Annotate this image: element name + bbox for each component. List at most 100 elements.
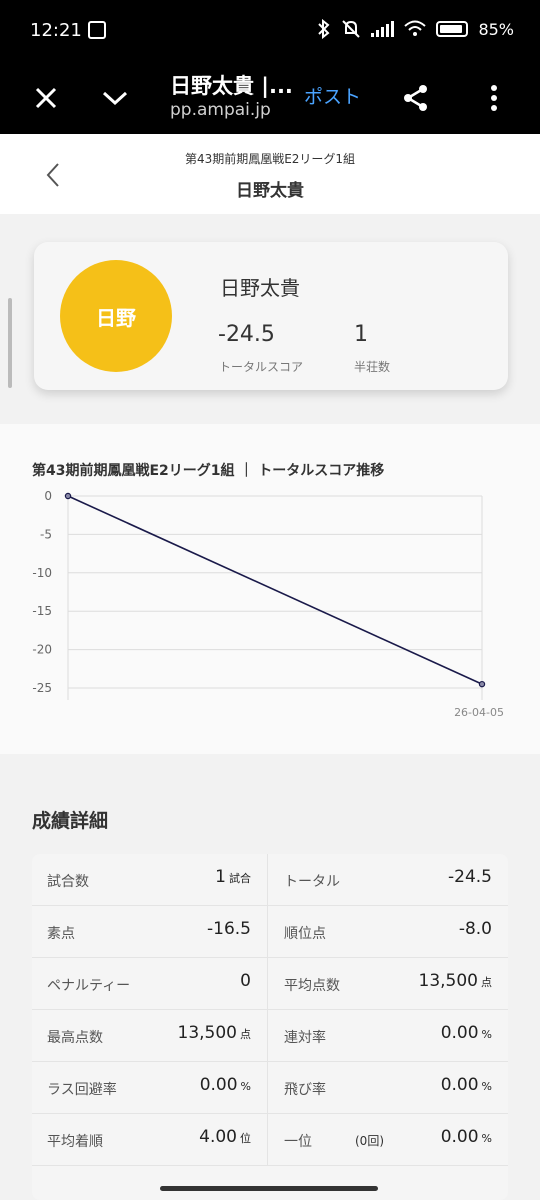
stat-label: 連対率 [284, 1030, 326, 1046]
status-bar: 12:21 85% [0, 0, 540, 62]
stat-number: 0 [240, 971, 251, 991]
stats-cell: 素点 -16.5 [32, 906, 268, 958]
stats-row: 素点 -16.5 順位点 -8.0 [32, 906, 508, 958]
stat-unit: 位 [240, 1132, 251, 1145]
x-tick-label: 26-04-05 [454, 706, 504, 719]
player-profile-card: 日野 日野太貴 -24.5 トータルスコア 1 半荘数 [34, 242, 508, 390]
stat-number: -24.5 [448, 867, 492, 887]
stat-value: 13,500 点 [419, 971, 492, 991]
stat-label: ラス回避率 [47, 1082, 117, 1098]
stat-number: -16.5 [207, 919, 251, 939]
stat-value: -24.5 [448, 867, 492, 887]
stat-extra: (0回) [355, 1134, 384, 1148]
stats-cell: 平均点数 13,500 点 [269, 958, 508, 1010]
series-line [67, 495, 483, 685]
page-header: 第43期前期鳳凰戦E2リーグ1組 日野太貴 [0, 134, 540, 214]
stat-value: 4.00 位 [199, 1127, 251, 1147]
stat-label: 素点 [47, 926, 75, 942]
stats-cell: 順位点 -8.0 [269, 906, 508, 958]
status-time: 12:21 [30, 20, 82, 41]
y-tick-label: -20 [32, 643, 52, 657]
stats-cell: 試合数 1 試合 [32, 854, 268, 906]
stat-unit: % [481, 1028, 492, 1041]
stat-value: -8.0 [459, 919, 492, 939]
stat-value: 0.00% [441, 1075, 492, 1095]
stat-unit: % [481, 1080, 492, 1093]
stat-number: 0.00 [199, 1075, 238, 1095]
league-subtitle: 第43期前期鳳凰戦E2リーグ1組 [184, 152, 356, 166]
data-point [64, 492, 72, 500]
avatar: 日野 [60, 260, 172, 372]
score-trend-chart-card: 第43期前期鳳凰戦E2リーグ1組 ｜ トータルスコア推移 0 -5 -10 -15 -2… [0, 424, 540, 754]
bluetooth-icon [318, 19, 330, 39]
stat-value: 0.00% [441, 1023, 492, 1043]
stat-unit: 点 [481, 976, 492, 989]
stat-unit: 試合 [229, 872, 251, 885]
stats-cell: 一位 (0回) 0.00% [269, 1114, 508, 1166]
stats-cell: 連対率 0.00% [269, 1010, 508, 1062]
share-icon[interactable] [396, 78, 436, 118]
y-tick-label: -15 [32, 604, 52, 618]
stats-cell: 最高点数 13,500 点 [32, 1010, 268, 1062]
y-tick-label: -25 [32, 681, 52, 695]
page-url[interactable]: pp.ampai.jp [170, 100, 271, 120]
post-button[interactable]: ポスト [304, 82, 361, 109]
stats-cell: ペナルティー 0 [32, 958, 268, 1010]
stat-number: 0.00 [440, 1127, 479, 1147]
games-count-value: 1 [354, 322, 368, 347]
chevron-down-icon[interactable] [95, 78, 135, 118]
stats-row: ペナルティー 0 平均点数 13,500 点 [32, 958, 508, 1010]
stat-unit: % [481, 1132, 492, 1145]
y-tick-label: 0 [44, 489, 52, 503]
mute-icon [342, 20, 361, 38]
stat-unit: % [240, 1080, 251, 1093]
total-score-value: -24.5 [218, 322, 275, 347]
stats-row: 試合数 1 試合 トータル -24.5 [32, 854, 508, 906]
page-tab-title[interactable]: 日野太貴 |... [170, 70, 295, 100]
stat-label: 順位点 [284, 926, 326, 942]
stat-label: 試合数 [47, 874, 89, 890]
stat-label: 平均着順 [47, 1134, 103, 1150]
score-trend-chart: 0 -5 -10 -15 -20 -25 26-04-05 [32, 489, 504, 719]
stats-cell: 平均着順 4.00 位 [32, 1114, 268, 1166]
stats-table: 試合数 1 試合 トータル -24.5 素点 -16.5 順位点 -8.0 ペナルティー 0 平均点数… [32, 854, 508, 1200]
stat-number: 0.00 [440, 1075, 479, 1095]
notification-icon [88, 21, 106, 39]
stat-value: 0.00% [441, 1127, 492, 1147]
signal-icon [371, 21, 395, 37]
stat-number: 13,500 [418, 971, 478, 991]
browser-toolbar: 日野太貴 |... pp.ampai.jp ポスト [0, 62, 540, 134]
stat-label: トータル [284, 874, 340, 890]
stat-value: 13,500 点 [178, 1023, 251, 1043]
stats-row: 平均着順 4.00 位 一位 (0回) 0.00% [32, 1114, 508, 1166]
data-point [478, 680, 486, 688]
player-name: 日野太貴 [220, 276, 300, 300]
stat-label: 最高点数 [47, 1030, 103, 1046]
total-score-label: トータルスコア [219, 360, 304, 374]
status-icons: 85% [317, 19, 514, 39]
battery-percent: 85% [478, 19, 514, 39]
stats-cell: 飛び率 0.00% [269, 1062, 508, 1114]
more-menu-icon[interactable] [474, 78, 514, 118]
stat-number: 4.00 [199, 1127, 237, 1147]
stat-value: 0 [240, 971, 251, 991]
wifi-icon [404, 20, 427, 36]
battery-icon [436, 21, 469, 37]
page-title: 日野太貴 [236, 181, 304, 201]
stat-label: ペナルティー [47, 978, 131, 994]
details-title: 成績詳細 [32, 810, 109, 832]
y-tick-label: -5 [40, 527, 52, 541]
stats-row: 最高点数 13,500 点 連対率 0.00% [32, 1010, 508, 1062]
stat-label: 一位 [284, 1134, 312, 1150]
stats-cell: トータル -24.5 [269, 854, 508, 906]
stats-cell: ラス回避率 0.00% [32, 1062, 268, 1114]
stat-number: 1 [215, 867, 226, 887]
games-count-label: 半荘数 [354, 360, 391, 374]
close-icon[interactable] [26, 78, 66, 118]
stat-label: 飛び率 [284, 1082, 326, 1098]
stat-unit: 点 [240, 1028, 251, 1041]
stat-value: -16.5 [207, 919, 251, 939]
gesture-nav-bar[interactable] [160, 1186, 378, 1191]
stats-row: ラス回避率 0.00% 飛び率 0.00% [32, 1062, 508, 1114]
stat-number: 0.00 [440, 1023, 479, 1043]
